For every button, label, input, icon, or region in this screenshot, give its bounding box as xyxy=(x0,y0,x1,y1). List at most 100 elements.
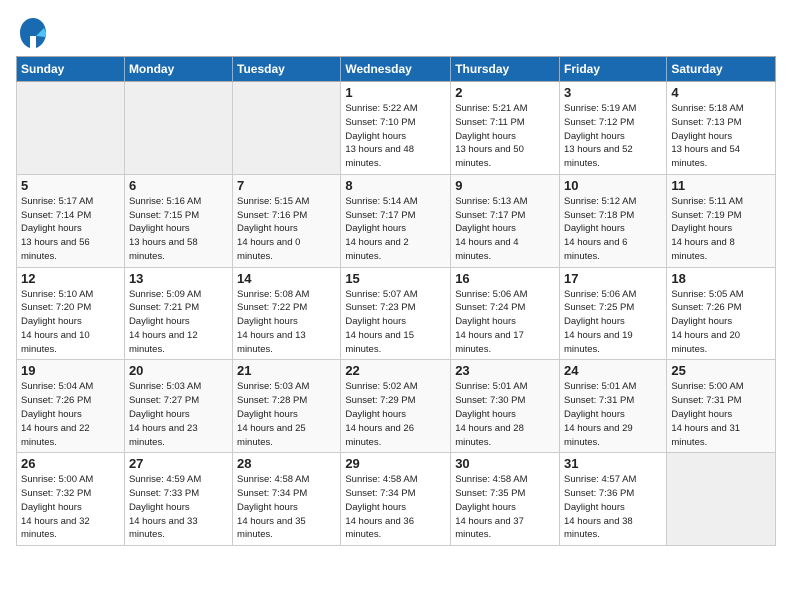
calendar-cell: 31 Sunrise: 4:57 AM Sunset: 7:36 PM Dayl… xyxy=(560,453,667,546)
calendar-cell: 10 Sunrise: 5:12 AM Sunset: 7:18 PM Dayl… xyxy=(560,174,667,267)
day-number: 31 xyxy=(564,456,662,471)
calendar-cell xyxy=(667,453,776,546)
weekday-header-saturday: Saturday xyxy=(667,57,776,82)
day-number: 30 xyxy=(455,456,555,471)
calendar-cell: 15 Sunrise: 5:07 AM Sunset: 7:23 PM Dayl… xyxy=(341,267,451,360)
calendar-week-4: 19 Sunrise: 5:04 AM Sunset: 7:26 PM Dayl… xyxy=(17,360,776,453)
day-number: 5 xyxy=(21,178,120,193)
day-info: Sunrise: 5:08 AM Sunset: 7:22 PM Dayligh… xyxy=(237,288,336,357)
day-number: 8 xyxy=(345,178,446,193)
calendar-cell: 2 Sunrise: 5:21 AM Sunset: 7:11 PM Dayli… xyxy=(451,82,560,175)
calendar-cell: 27 Sunrise: 4:59 AM Sunset: 7:33 PM Dayl… xyxy=(124,453,232,546)
day-info: Sunrise: 5:17 AM Sunset: 7:14 PM Dayligh… xyxy=(21,195,120,264)
day-number: 22 xyxy=(345,363,446,378)
day-info: Sunrise: 5:22 AM Sunset: 7:10 PM Dayligh… xyxy=(345,102,446,171)
day-info: Sunrise: 5:07 AM Sunset: 7:23 PM Dayligh… xyxy=(345,288,446,357)
day-info: Sunrise: 5:11 AM Sunset: 7:19 PM Dayligh… xyxy=(671,195,771,264)
day-number: 26 xyxy=(21,456,120,471)
calendar-cell: 28 Sunrise: 4:58 AM Sunset: 7:34 PM Dayl… xyxy=(233,453,341,546)
day-info: Sunrise: 5:05 AM Sunset: 7:26 PM Dayligh… xyxy=(671,288,771,357)
day-number: 19 xyxy=(21,363,120,378)
day-number: 28 xyxy=(237,456,336,471)
day-info: Sunrise: 5:00 AM Sunset: 7:32 PM Dayligh… xyxy=(21,473,120,542)
page-header xyxy=(16,16,776,44)
weekday-header-monday: Monday xyxy=(124,57,232,82)
day-info: Sunrise: 5:21 AM Sunset: 7:11 PM Dayligh… xyxy=(455,102,555,171)
day-number: 13 xyxy=(129,271,228,286)
calendar-cell: 20 Sunrise: 5:03 AM Sunset: 7:27 PM Dayl… xyxy=(124,360,232,453)
calendar-week-1: 1 Sunrise: 5:22 AM Sunset: 7:10 PM Dayli… xyxy=(17,82,776,175)
day-info: Sunrise: 5:12 AM Sunset: 7:18 PM Dayligh… xyxy=(564,195,662,264)
calendar-table: SundayMondayTuesdayWednesdayThursdayFrid… xyxy=(16,56,776,546)
day-number: 25 xyxy=(671,363,771,378)
day-number: 17 xyxy=(564,271,662,286)
calendar-cell: 13 Sunrise: 5:09 AM Sunset: 7:21 PM Dayl… xyxy=(124,267,232,360)
day-info: Sunrise: 4:57 AM Sunset: 7:36 PM Dayligh… xyxy=(564,473,662,542)
calendar-cell: 1 Sunrise: 5:22 AM Sunset: 7:10 PM Dayli… xyxy=(341,82,451,175)
weekday-header-thursday: Thursday xyxy=(451,57,560,82)
calendar-cell xyxy=(17,82,125,175)
day-number: 4 xyxy=(671,85,771,100)
calendar-cell: 14 Sunrise: 5:08 AM Sunset: 7:22 PM Dayl… xyxy=(233,267,341,360)
day-info: Sunrise: 5:01 AM Sunset: 7:31 PM Dayligh… xyxy=(564,380,662,449)
day-info: Sunrise: 5:15 AM Sunset: 7:16 PM Dayligh… xyxy=(237,195,336,264)
logo-icon xyxy=(16,16,44,44)
day-number: 15 xyxy=(345,271,446,286)
day-info: Sunrise: 5:02 AM Sunset: 7:29 PM Dayligh… xyxy=(345,380,446,449)
day-info: Sunrise: 5:14 AM Sunset: 7:17 PM Dayligh… xyxy=(345,195,446,264)
day-number: 21 xyxy=(237,363,336,378)
day-number: 7 xyxy=(237,178,336,193)
calendar-cell: 21 Sunrise: 5:03 AM Sunset: 7:28 PM Dayl… xyxy=(233,360,341,453)
calendar-cell: 5 Sunrise: 5:17 AM Sunset: 7:14 PM Dayli… xyxy=(17,174,125,267)
calendar-cell: 22 Sunrise: 5:02 AM Sunset: 7:29 PM Dayl… xyxy=(341,360,451,453)
calendar-cell: 18 Sunrise: 5:05 AM Sunset: 7:26 PM Dayl… xyxy=(667,267,776,360)
day-number: 10 xyxy=(564,178,662,193)
day-number: 27 xyxy=(129,456,228,471)
day-info: Sunrise: 5:01 AM Sunset: 7:30 PM Dayligh… xyxy=(455,380,555,449)
day-info: Sunrise: 5:04 AM Sunset: 7:26 PM Dayligh… xyxy=(21,380,120,449)
day-number: 16 xyxy=(455,271,555,286)
calendar-cell: 11 Sunrise: 5:11 AM Sunset: 7:19 PM Dayl… xyxy=(667,174,776,267)
calendar-cell: 9 Sunrise: 5:13 AM Sunset: 7:17 PM Dayli… xyxy=(451,174,560,267)
calendar-cell: 23 Sunrise: 5:01 AM Sunset: 7:30 PM Dayl… xyxy=(451,360,560,453)
day-info: Sunrise: 5:03 AM Sunset: 7:28 PM Dayligh… xyxy=(237,380,336,449)
day-number: 1 xyxy=(345,85,446,100)
day-number: 23 xyxy=(455,363,555,378)
weekday-header-tuesday: Tuesday xyxy=(233,57,341,82)
calendar-cell: 6 Sunrise: 5:16 AM Sunset: 7:15 PM Dayli… xyxy=(124,174,232,267)
day-info: Sunrise: 5:06 AM Sunset: 7:24 PM Dayligh… xyxy=(455,288,555,357)
calendar-cell: 7 Sunrise: 5:15 AM Sunset: 7:16 PM Dayli… xyxy=(233,174,341,267)
day-info: Sunrise: 5:13 AM Sunset: 7:17 PM Dayligh… xyxy=(455,195,555,264)
day-number: 6 xyxy=(129,178,228,193)
day-info: Sunrise: 5:18 AM Sunset: 7:13 PM Dayligh… xyxy=(671,102,771,171)
calendar-cell: 26 Sunrise: 5:00 AM Sunset: 7:32 PM Dayl… xyxy=(17,453,125,546)
day-number: 9 xyxy=(455,178,555,193)
day-number: 3 xyxy=(564,85,662,100)
calendar-cell: 17 Sunrise: 5:06 AM Sunset: 7:25 PM Dayl… xyxy=(560,267,667,360)
calendar-cell: 29 Sunrise: 4:58 AM Sunset: 7:34 PM Dayl… xyxy=(341,453,451,546)
calendar-cell xyxy=(233,82,341,175)
day-info: Sunrise: 5:00 AM Sunset: 7:31 PM Dayligh… xyxy=(671,380,771,449)
calendar-week-5: 26 Sunrise: 5:00 AM Sunset: 7:32 PM Dayl… xyxy=(17,453,776,546)
day-info: Sunrise: 4:58 AM Sunset: 7:34 PM Dayligh… xyxy=(345,473,446,542)
weekday-header-wednesday: Wednesday xyxy=(341,57,451,82)
day-number: 24 xyxy=(564,363,662,378)
calendar-week-3: 12 Sunrise: 5:10 AM Sunset: 7:20 PM Dayl… xyxy=(17,267,776,360)
day-info: Sunrise: 5:10 AM Sunset: 7:20 PM Dayligh… xyxy=(21,288,120,357)
weekday-header-row: SundayMondayTuesdayWednesdayThursdayFrid… xyxy=(17,57,776,82)
calendar-cell: 12 Sunrise: 5:10 AM Sunset: 7:20 PM Dayl… xyxy=(17,267,125,360)
calendar-cell: 4 Sunrise: 5:18 AM Sunset: 7:13 PM Dayli… xyxy=(667,82,776,175)
calendar-cell: 19 Sunrise: 5:04 AM Sunset: 7:26 PM Dayl… xyxy=(17,360,125,453)
day-number: 12 xyxy=(21,271,120,286)
day-info: Sunrise: 4:58 AM Sunset: 7:34 PM Dayligh… xyxy=(237,473,336,542)
day-number: 29 xyxy=(345,456,446,471)
day-info: Sunrise: 5:16 AM Sunset: 7:15 PM Dayligh… xyxy=(129,195,228,264)
day-number: 14 xyxy=(237,271,336,286)
day-number: 11 xyxy=(671,178,771,193)
weekday-header-sunday: Sunday xyxy=(17,57,125,82)
day-number: 18 xyxy=(671,271,771,286)
day-info: Sunrise: 5:19 AM Sunset: 7:12 PM Dayligh… xyxy=(564,102,662,171)
calendar-cell: 8 Sunrise: 5:14 AM Sunset: 7:17 PM Dayli… xyxy=(341,174,451,267)
day-info: Sunrise: 5:03 AM Sunset: 7:27 PM Dayligh… xyxy=(129,380,228,449)
calendar-cell: 3 Sunrise: 5:19 AM Sunset: 7:12 PM Dayli… xyxy=(560,82,667,175)
